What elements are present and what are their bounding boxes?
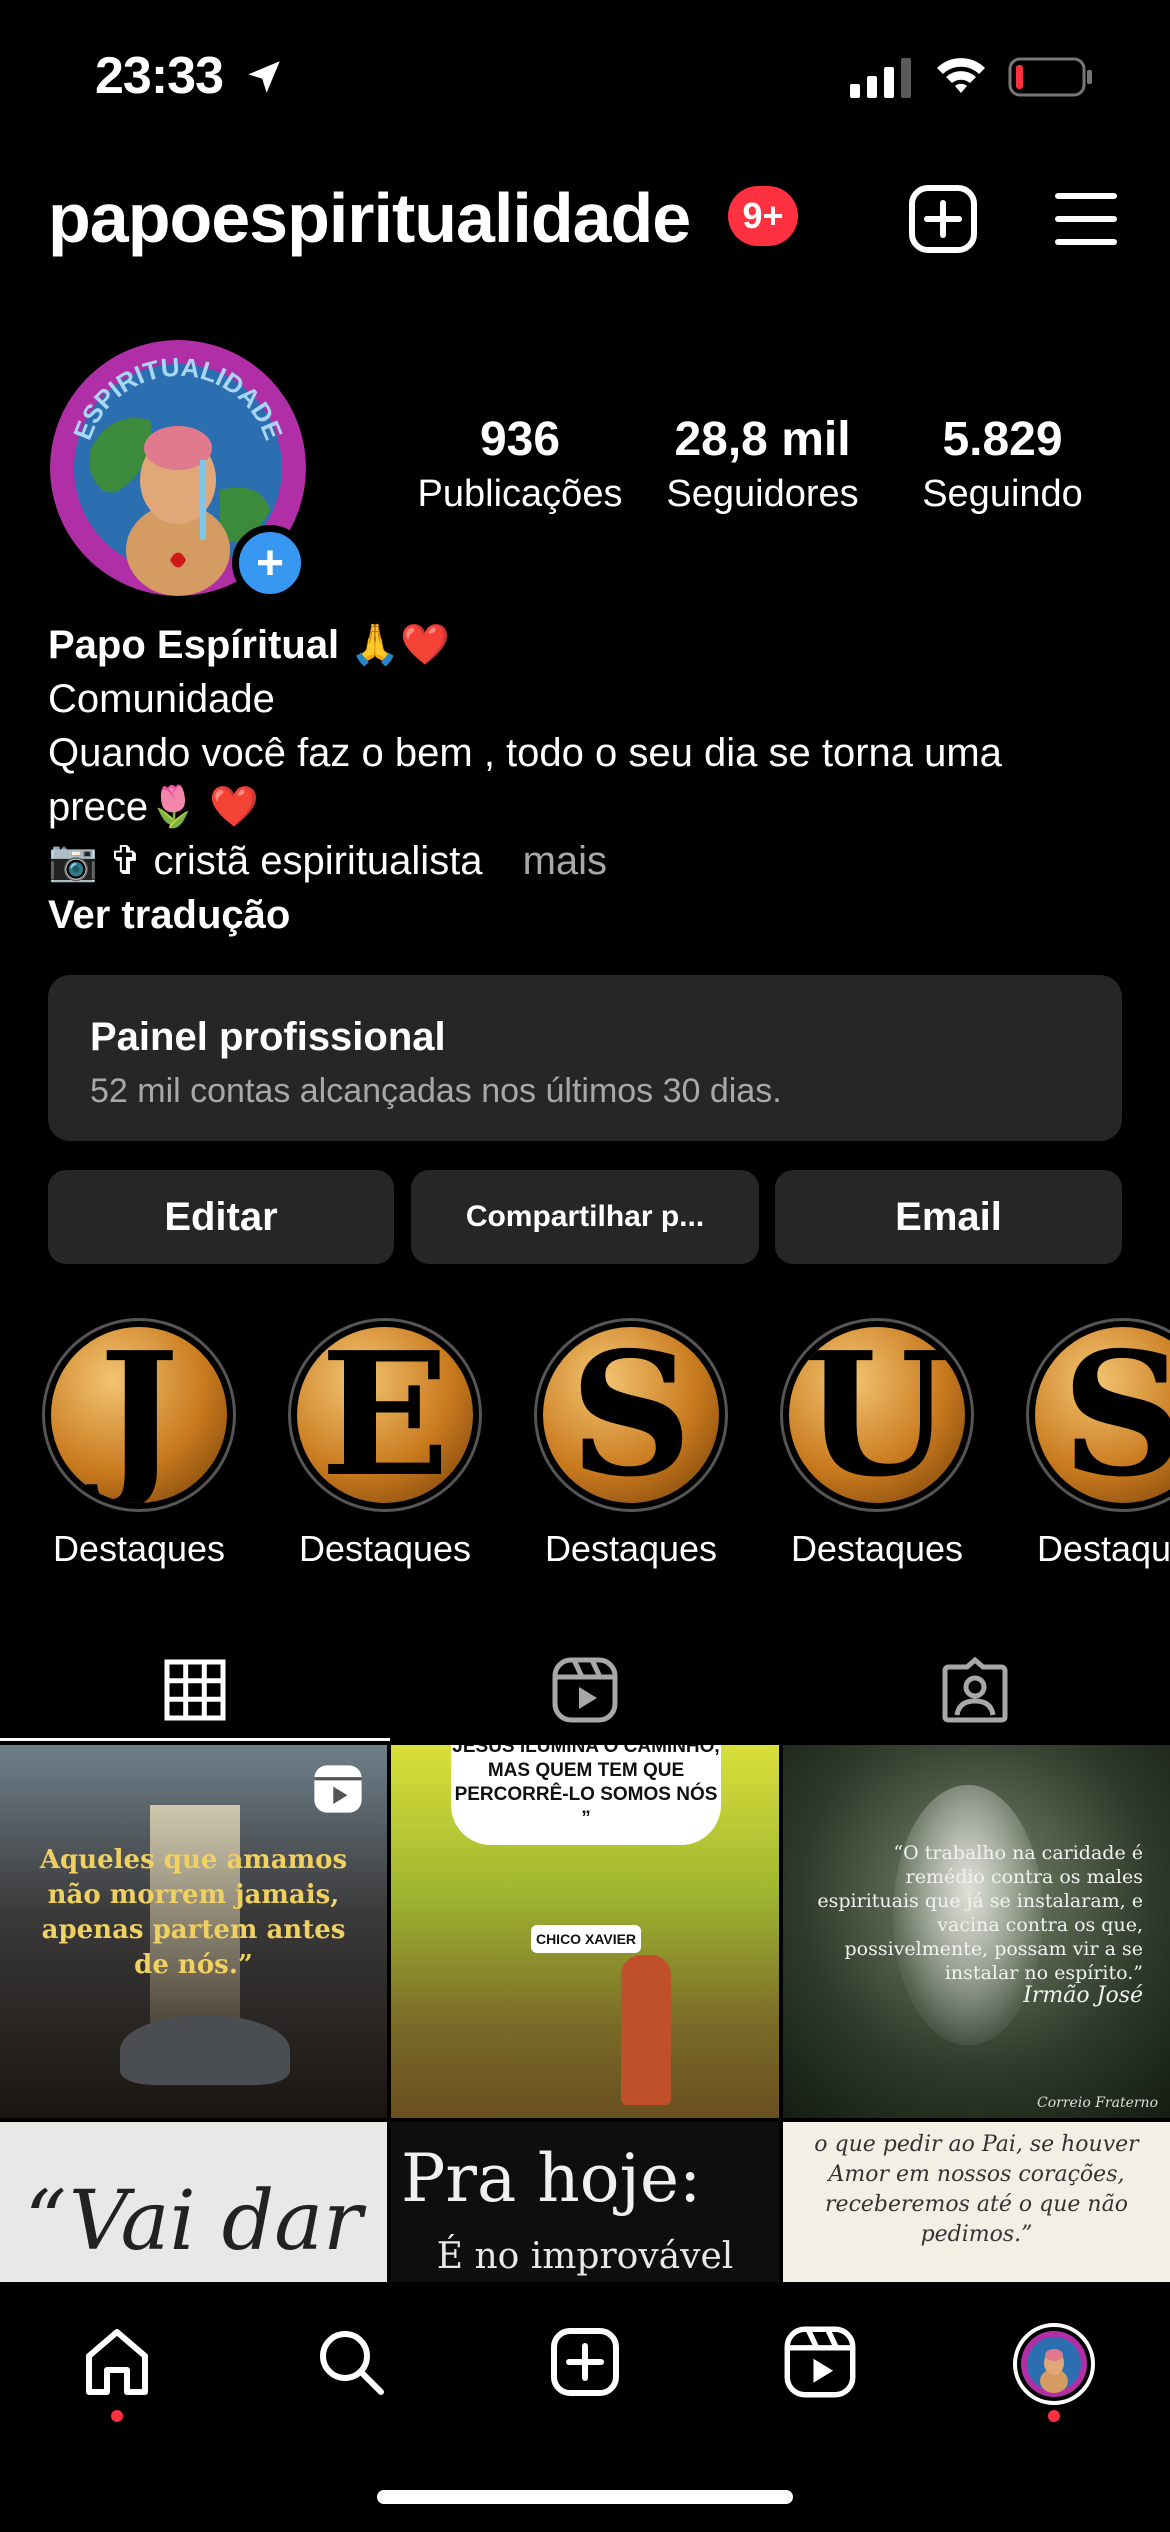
reels-icon — [552, 1657, 618, 1723]
post-caption-text: “Vai dar — [24, 2174, 363, 2269]
highlight-cover-letter: S — [1061, 1327, 1170, 1503]
post-image-cap — [120, 2015, 290, 2085]
post-thumbnail[interactable]: Pra hoje: É no improvável — [391, 2122, 779, 2282]
highlight-item[interactable]: E Destaques — [288, 1318, 482, 1570]
reels-icon — [784, 2326, 856, 2398]
highlight-item[interactable]: U Destaques — [780, 1318, 974, 1570]
see-translation-link[interactable]: Ver tradução — [48, 888, 1128, 942]
grid-icon — [164, 1659, 226, 1721]
pro-dashboard-title: Painel profissional — [90, 1015, 446, 1059]
stat-following-value: 5.829 — [942, 413, 1063, 466]
post-image-figure — [621, 1955, 671, 2105]
tab-grid[interactable] — [0, 1640, 390, 1740]
reel-badge-icon — [314, 1765, 362, 1813]
stat-posts[interactable]: 936 Publicações — [410, 412, 630, 516]
highlight-item[interactable]: S Destaques — [1026, 1318, 1170, 1570]
pro-dashboard-subtitle: 52 mil contas alcançadas nos últimos 30 … — [90, 1072, 782, 1110]
tagged-person-icon — [942, 1657, 1008, 1723]
post-author-label: Irmão José — [1023, 1983, 1143, 2008]
post-thumbnail[interactable]: o que pedir ao Pai, se houver Amor em no… — [783, 2122, 1170, 2282]
post-thumbnail[interactable]: “O trabalho na caridade é remédio contra… — [783, 1745, 1170, 2118]
highlight-cover-letter: S — [569, 1327, 693, 1503]
tab-active-indicator — [0, 1738, 390, 1741]
post-caption-text: Aqueles que amamos não morrem jamais, ap… — [39, 1845, 348, 1980]
nav-search[interactable] — [311, 2322, 391, 2402]
post-caption-text: JESUS ILUMINA O CAMINHO, MAS QUEM TEM QU… — [452, 1745, 720, 1829]
signal-icon — [850, 58, 911, 98]
nav-create[interactable] — [545, 2322, 625, 2402]
home-indicator — [377, 2490, 793, 2504]
highlight-cover-letter: E — [320, 1327, 450, 1503]
highlight-cover-letter: U — [802, 1327, 952, 1503]
post-thumbnail[interactable]: “Vai dar — [0, 2122, 387, 2282]
email-button[interactable]: Email — [775, 1170, 1122, 1264]
post-source-label: Correio Fraterno — [1037, 2095, 1158, 2111]
tab-reels[interactable] — [390, 1640, 780, 1740]
create-icon — [551, 2328, 619, 2396]
create-post-icon[interactable] — [908, 184, 978, 254]
post-caption-text: “O trabalho na caridade é remédio contra… — [817, 1842, 1143, 1984]
profile-activity-dot — [1048, 2410, 1060, 2422]
tab-tagged[interactable] — [780, 1640, 1170, 1740]
highlight-item[interactable]: S Destaques — [534, 1318, 728, 1570]
bio-line-3: 📷 ✞ cristã espiritualista — [48, 839, 483, 883]
stat-posts-label: Publicações — [417, 473, 623, 515]
profile-category: Comunidade — [48, 677, 275, 721]
add-story-button[interactable]: + — [232, 525, 308, 601]
battery-icon — [1008, 57, 1092, 97]
profile-bio: Papo Espíritual 🙏❤️ Comunidade Quando vo… — [48, 618, 1128, 942]
post-caption-text: o que pedir ao Pai, se houver Amor em no… — [814, 2132, 1139, 2247]
profile-display-name: Papo Espíritual 🙏❤️ — [48, 623, 450, 667]
profile-username[interactable]: papoespiritualidade — [48, 178, 691, 258]
location-arrow-icon — [248, 61, 280, 93]
menu-icon[interactable] — [1055, 190, 1117, 248]
search-icon — [320, 2331, 384, 2395]
stat-followers-label: Seguidores — [666, 473, 859, 515]
highlight-label: Destaques — [544, 1528, 718, 1569]
bio-more-link[interactable]: mais — [523, 839, 607, 883]
notification-badge[interactable]: 9+ — [728, 186, 798, 246]
stat-posts-value: 936 — [479, 413, 561, 466]
professional-dashboard[interactable]: Painel profissional 52 mil contas alcanç… — [48, 975, 1122, 1141]
highlight-label: Destaques — [298, 1528, 472, 1569]
post-thumbnail[interactable]: JESUS ILUMINA O CAMINHO, MAS QUEM TEM QU… — [391, 1745, 779, 2118]
post-caption-title: Pra hoje: — [401, 2140, 702, 2217]
status-bar: 23:33 — [0, 0, 1170, 150]
bio-line-3-row: 📷 ✞ cristã espiritualista mais — [48, 834, 1128, 888]
highlight-item-clip: S Destaques — [1020, 1318, 1170, 1578]
nav-home[interactable] — [77, 2322, 157, 2402]
highlight-item[interactable]: J Destaques — [42, 1318, 236, 1570]
share-profile-button[interactable]: Compartilhar p... — [411, 1170, 759, 1264]
stat-following[interactable]: 5.829 Seguindo — [895, 412, 1110, 516]
highlight-label: Destaques — [790, 1528, 964, 1569]
post-caption-text: É no improvável — [436, 2236, 734, 2277]
status-time: 23:33 — [95, 47, 224, 105]
home-activity-dot — [111, 2410, 123, 2422]
bio-line-1: Quando você faz o bem , todo o seu dia s… — [48, 731, 1002, 775]
wifi-icon — [937, 58, 985, 93]
highlight-label: Destaques — [1036, 1528, 1170, 1569]
bio-line-2: prece🌷 ❤️ — [48, 785, 259, 829]
highlight-cover-letter: J — [98, 1327, 180, 1503]
nav-reels[interactable] — [780, 2322, 860, 2402]
stat-followers[interactable]: 28,8 mil Seguidores — [650, 412, 875, 516]
post-author-label: CHICO XAVIER — [531, 1925, 641, 1953]
stat-following-label: Seguindo — [922, 473, 1083, 515]
highlight-label: Destaques — [52, 1528, 226, 1569]
profile-avatar-small — [1013, 2323, 1095, 2405]
nav-profile[interactable] — [1012, 2322, 1096, 2406]
edit-profile-button[interactable]: Editar — [48, 1170, 394, 1264]
stat-followers-value: 28,8 mil — [674, 413, 851, 466]
post-thumbnail[interactable]: Aqueles que amamos não morrem jamais, ap… — [0, 1745, 387, 2118]
home-icon — [86, 2329, 148, 2395]
